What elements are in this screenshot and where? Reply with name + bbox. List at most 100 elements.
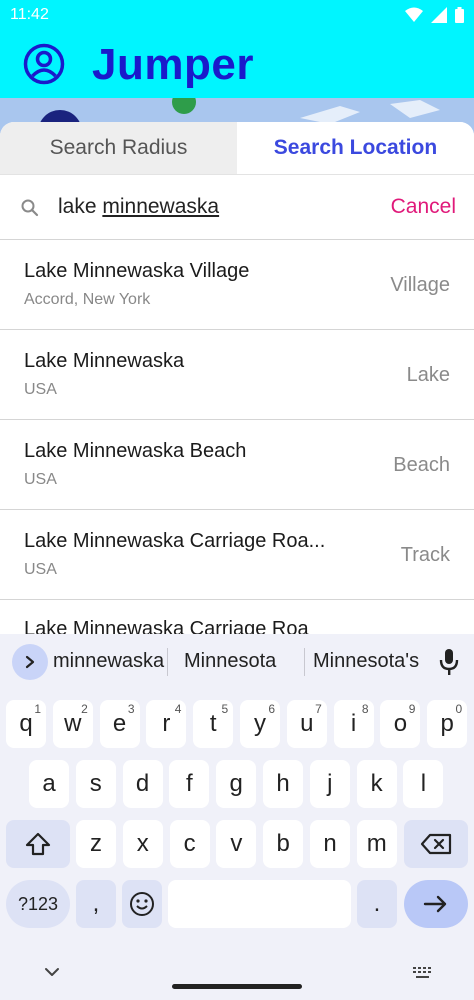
result-subtitle: Accord, New York: [24, 291, 151, 308]
shift-key[interactable]: [6, 820, 70, 868]
key-label: q: [19, 710, 33, 737]
key-label: e: [112, 710, 127, 737]
account-icon[interactable]: [22, 42, 66, 86]
shift-icon: [25, 832, 51, 856]
key-b[interactable]: b: [263, 820, 304, 868]
key-g[interactable]: g: [216, 760, 257, 808]
result-type: Beach: [393, 454, 450, 476]
search-bar[interactable]: lake minnewaska Cancel: [0, 174, 474, 240]
space-key[interactable]: [168, 880, 351, 928]
key-l[interactable]: l: [403, 760, 444, 808]
result-name: Lake Minnewaska Carriage Roa...: [24, 530, 326, 552]
chevron-right-icon[interactable]: [12, 644, 48, 680]
navigation-bar: [0, 944, 474, 1000]
arrow-right-icon: [423, 895, 447, 913]
battery-icon: [455, 7, 464, 23]
suggestion-divider: [304, 648, 305, 676]
key-w[interactable]: w2: [52, 700, 93, 748]
symbols-key[interactable]: ?123: [6, 880, 70, 928]
result-name: Lake Minnewaska Carriage Roa: [24, 618, 309, 634]
key-i[interactable]: i8: [333, 700, 374, 748]
result-name: Lake Minnewaska Village: [24, 260, 250, 282]
suggestion-3[interactable]: Minnesota's: [313, 650, 419, 673]
search-input-prefix: lake: [58, 195, 103, 218]
key-hint: 3: [127, 702, 135, 716]
key-e[interactable]: e3: [99, 700, 140, 748]
key-u[interactable]: u7: [286, 700, 327, 748]
mic-icon[interactable]: [438, 648, 460, 676]
result-subtitle: USA: [24, 381, 57, 398]
suggestion-2[interactable]: Minnesota: [184, 650, 276, 673]
chevron-down-icon[interactable]: [44, 966, 60, 978]
key-hint: 8: [361, 702, 369, 716]
key-label: y: [254, 710, 266, 737]
key-p[interactable]: p0: [427, 700, 468, 748]
list-item[interactable]: Lake Minnewaska Village Accord, New York…: [0, 240, 474, 330]
key-hint: 2: [81, 702, 88, 716]
search-icon: [21, 199, 39, 217]
key-j[interactable]: j: [309, 760, 350, 808]
keyboard-icon[interactable]: [412, 966, 434, 980]
key-hint: 5: [221, 702, 229, 716]
list-item[interactable]: Lake Minnewaska USA Lake: [0, 330, 474, 420]
location-search-sheet: Search Radius Search Location lake minne…: [0, 122, 474, 634]
suggestion-1[interactable]: minnewaska: [53, 650, 164, 673]
app-title: Jumper: [92, 40, 254, 89]
app-bar: Jumper: [0, 32, 474, 98]
key-hint: 1: [34, 702, 41, 716]
key-m[interactable]: m: [356, 820, 397, 868]
key-hint: 0: [455, 702, 463, 716]
home-indicator[interactable]: [172, 984, 302, 989]
result-type: Track: [400, 544, 450, 566]
key-h[interactable]: h: [263, 760, 303, 808]
key-label: u: [300, 710, 314, 737]
key-t[interactable]: t5: [193, 700, 234, 748]
result-subtitle: USA: [24, 471, 57, 488]
key-a[interactable]: a: [29, 760, 69, 808]
emoji-icon: [130, 892, 154, 916]
cancel-button[interactable]: Cancel: [391, 195, 456, 219]
key-v[interactable]: v: [216, 820, 257, 868]
enter-key[interactable]: [404, 880, 468, 928]
comma-key[interactable]: ,: [76, 880, 116, 928]
key-q[interactable]: q1: [6, 700, 46, 748]
key-label: o: [393, 710, 408, 737]
key-label: r: [162, 710, 171, 737]
status-time: 11:42: [10, 6, 49, 23]
period-key[interactable]: .: [357, 880, 397, 928]
signal-icon: [431, 7, 447, 23]
search-input[interactable]: lake minnewaska: [58, 195, 219, 219]
key-label: p: [440, 710, 454, 737]
suggestion-divider: [167, 648, 168, 676]
result-name: Lake Minnewaska: [24, 350, 185, 372]
emoji-key[interactable]: [122, 880, 162, 928]
key-r[interactable]: r4: [146, 700, 187, 748]
key-y[interactable]: y6: [240, 700, 280, 748]
key-z[interactable]: z: [76, 820, 116, 868]
backspace-key[interactable]: [404, 820, 468, 868]
status-icons: [405, 7, 464, 23]
tab-search-radius[interactable]: Search Radius: [0, 122, 237, 174]
status-bar: 11:42: [0, 0, 474, 32]
result-type: Village: [390, 274, 450, 296]
key-s[interactable]: s: [75, 760, 116, 808]
list-item[interactable]: Lake Minnewaska Carriage Roa: [0, 600, 474, 634]
key-x[interactable]: x: [122, 820, 163, 868]
tab-search-location[interactable]: Search Location: [237, 122, 474, 174]
backspace-icon: [420, 833, 452, 855]
search-input-composing: minnewaska: [102, 195, 220, 218]
result-name: Lake Minnewaska Beach: [24, 440, 247, 462]
key-label: i: [350, 710, 357, 737]
suggestion-strip: minnewaska Minnesota Minnesota's: [0, 634, 474, 690]
key-o[interactable]: o9: [380, 700, 421, 748]
list-item[interactable]: Lake Minnewaska Carriage Roa... USA Trac…: [0, 510, 474, 600]
key-hint: 6: [268, 702, 275, 716]
key-d[interactable]: d: [122, 760, 163, 808]
key-k[interactable]: k: [356, 760, 397, 808]
key-c[interactable]: c: [169, 820, 210, 868]
key-f[interactable]: f: [169, 760, 210, 808]
tab-bar: Search Radius Search Location: [0, 122, 474, 174]
key-hint: 7: [315, 702, 322, 716]
list-item[interactable]: Lake Minnewaska Beach USA Beach: [0, 420, 474, 510]
key-n[interactable]: n: [310, 820, 350, 868]
